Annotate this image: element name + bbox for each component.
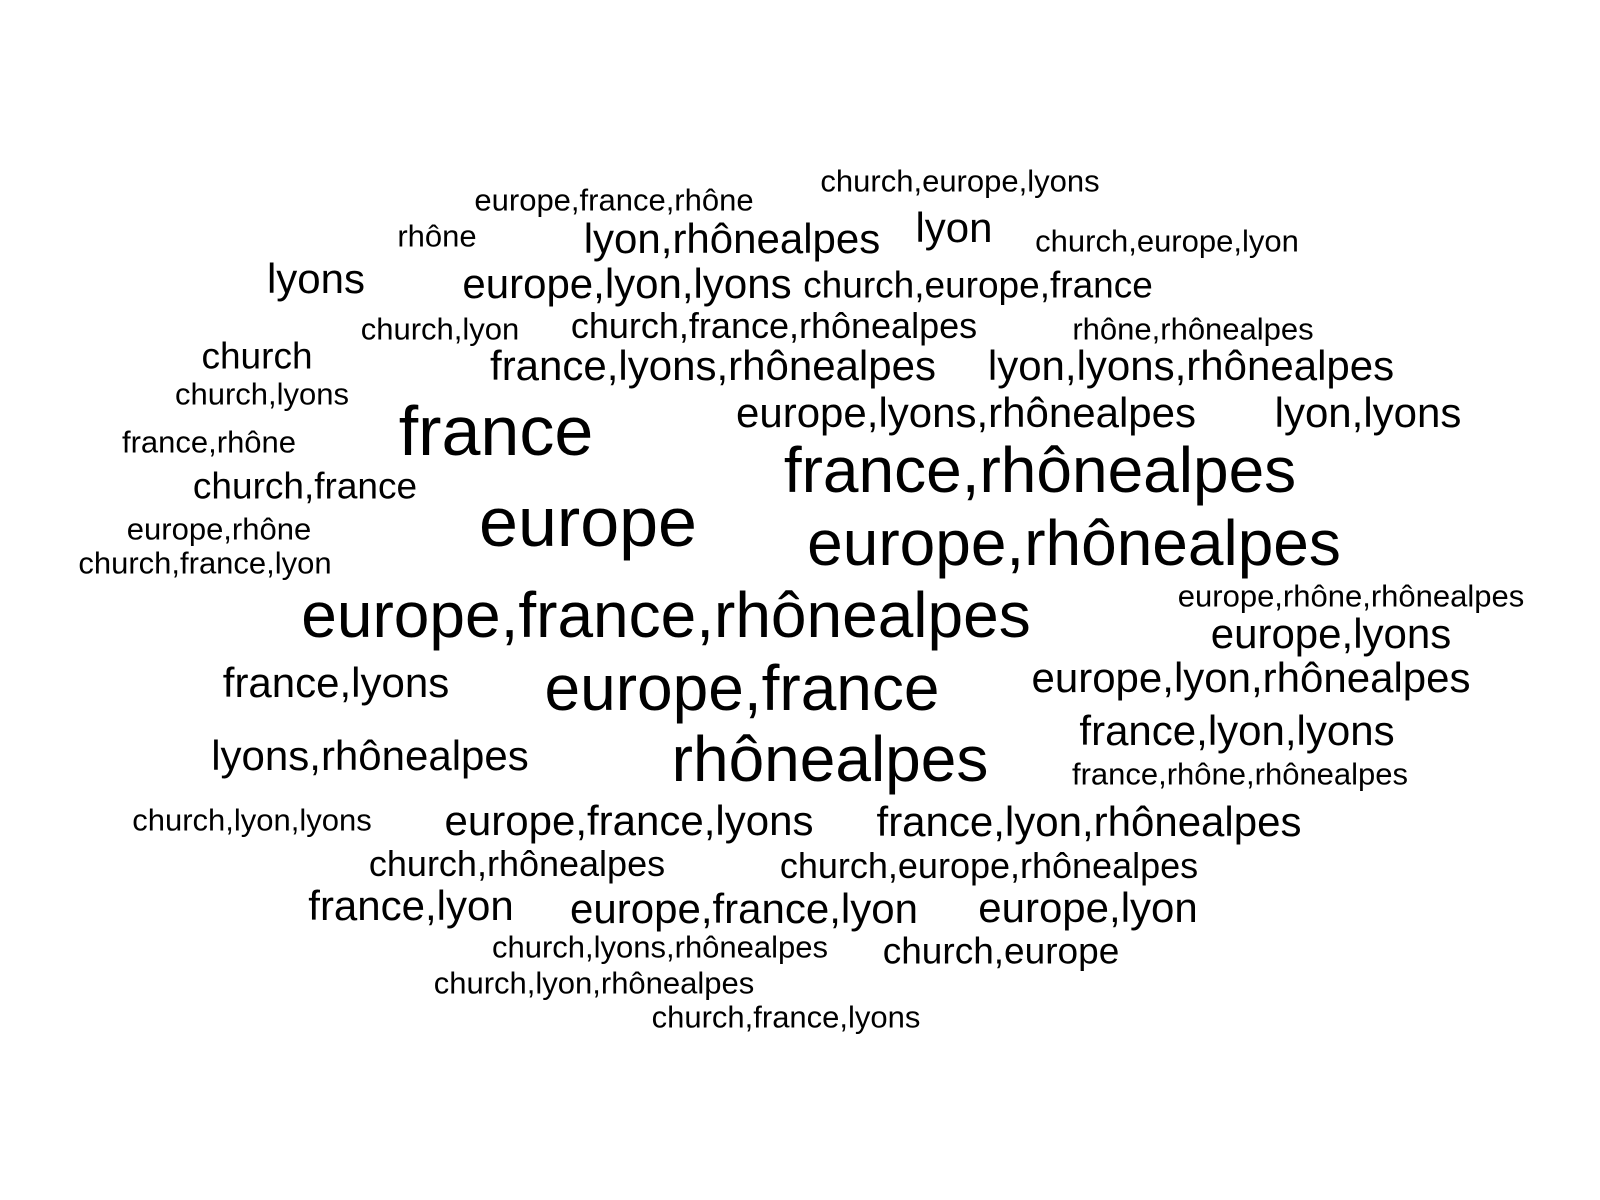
word: church,lyons xyxy=(174,376,350,412)
word: europe xyxy=(479,483,697,561)
word: europe,lyons xyxy=(1210,610,1452,657)
word: europe,lyon,lyons xyxy=(462,260,792,307)
word: church,lyon,rhônealpes xyxy=(433,965,755,1001)
word: france,lyon,rhônealpes xyxy=(876,798,1302,845)
word: lyon,rhônealpes xyxy=(583,215,881,262)
word: church,europe,lyon xyxy=(1035,223,1299,259)
word: church,france,lyons xyxy=(651,999,921,1035)
word: church,lyon xyxy=(360,311,520,347)
word: lyons xyxy=(266,255,366,302)
word: rhône xyxy=(397,218,477,254)
word: france xyxy=(398,392,594,470)
word: rhônealpes xyxy=(671,723,989,795)
word: france,lyon xyxy=(308,882,514,929)
word: church,france xyxy=(192,465,418,507)
word: church,france,rhônealpes xyxy=(570,305,978,346)
word: europe,france,lyons xyxy=(444,797,814,844)
word: europe,lyon xyxy=(978,884,1198,931)
word: europe,lyons,rhônealpes xyxy=(736,389,1196,436)
word: lyons,rhônealpes xyxy=(211,732,529,779)
word: lyon,lyons xyxy=(1274,389,1462,436)
word-cloud: church,europe,lyons europe,france,rhône … xyxy=(0,0,1600,1200)
word: church,europe xyxy=(882,930,1120,972)
word: church,lyon,lyons xyxy=(132,802,372,838)
word: europe,france,rhônealpes xyxy=(301,579,1031,651)
word: europe,rhônealpes xyxy=(807,507,1341,579)
word: france,rhônealpes xyxy=(783,434,1297,506)
word: lyon,lyons,rhônealpes xyxy=(987,342,1395,389)
word: europe,france,lyon xyxy=(570,885,918,932)
word: church xyxy=(201,335,313,377)
word: church,france,lyon xyxy=(78,545,332,581)
word: france,rhône,rhônealpes xyxy=(1071,756,1409,792)
word: europe,france xyxy=(544,652,940,724)
word: france,rhône xyxy=(121,424,297,460)
word: europe,rhône,rhônealpes xyxy=(1177,578,1525,614)
word: lyon xyxy=(915,204,993,251)
word: france,lyons,rhônealpes xyxy=(490,342,936,389)
word: church,europe,lyons xyxy=(820,163,1100,199)
word: europe,lyon,rhônealpes xyxy=(1031,654,1471,701)
word: church,lyons,rhônealpes xyxy=(491,929,829,965)
word: church,europe,france xyxy=(803,264,1153,306)
word: church,europe,rhônealpes xyxy=(779,845,1199,886)
word: france,lyons xyxy=(222,659,450,706)
word: europe,rhône xyxy=(126,511,312,547)
word: france,lyon,lyons xyxy=(1079,707,1395,754)
word: europe,france,rhône xyxy=(474,182,754,218)
word: church,rhônealpes xyxy=(368,843,666,884)
word: rhône,rhônealpes xyxy=(1072,311,1314,347)
